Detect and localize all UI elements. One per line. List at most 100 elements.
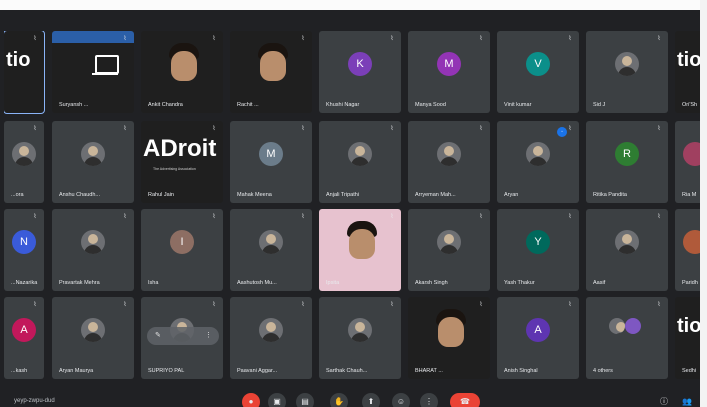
brand-subtitle: The Advertising Association [153,167,196,171]
participant-name: Ritika Pandita [593,192,627,198]
participant-tile[interactable]: ⌇ Pravartak Mehra [52,209,134,291]
participant-name: Ankit Chandra [148,102,183,108]
participant-name: Aryan [504,192,519,198]
present-icon: ⬆ [367,397,375,406]
mic-muted-icon: ⌇ [212,302,216,308]
participant-name: Arryeman Mah... [415,192,456,198]
people-button[interactable]: 👥 [678,393,696,407]
participant-tile[interactable]: N ⌇ ...Nazarika [4,209,44,291]
participant-tile[interactable]: ⌇ Anshu Chaudh... [52,121,134,203]
participant-avatar: A [526,317,550,342]
participant-avatar: I [170,229,194,254]
participant-tile[interactable]: ⌇ Paavani Aggar... [230,297,312,379]
participant-tile[interactable]: M ⌇ Mahak Meena [230,121,312,203]
mic-off-button[interactable]: ● [242,393,260,407]
participant-tile[interactable]: ⌇ Arryeman Mah... [408,121,490,203]
participant-tile[interactable]: ⌇ 4 others [586,297,668,379]
participant-tile[interactable]: ⌇ Sid J [586,31,668,113]
brand-logo-text: ADroit [143,135,217,162]
mic-muted-icon: ⌇ [33,214,37,220]
participant-tile[interactable]: V ⌇ Vinit kumar [497,31,579,113]
participant-avatar: Y [526,229,550,254]
participant-avatar [526,141,550,166]
mic-muted-icon: ⌇ [568,302,572,308]
participant-tile[interactable]: ⌇ Akarsh Singh [408,209,490,291]
participant-avatar: N [12,229,36,254]
others-avatar [625,317,641,334]
mic-muted-icon: ⌇ [123,302,127,308]
mic-muted-icon: ⌇ [479,126,483,132]
mic-muted-icon: ⌇ [212,214,216,220]
mic-muted-icon: ⌇ [390,302,394,308]
present-button[interactable]: ⬆ [362,393,380,407]
participant-avatar [615,229,639,254]
participant-name: Aryan Maurya [59,368,94,374]
participant-tile[interactable]: Y ⌇ Yash Thakur [497,209,579,291]
mic-muted-icon: ⌇ [212,36,216,42]
participant-avatar: V [526,51,550,76]
participant-tile[interactable]: tio ⌇ [4,31,45,114]
participant-tile[interactable]: ⌇ Aryan Maurya [52,297,134,379]
participant-tile[interactable]: A ⌇ Anish Singhal [497,297,579,379]
participant-name: Isha [148,280,159,286]
participant-tile[interactable]: ⌇ Suryansh ... [52,31,134,113]
others-avatar [609,317,625,334]
browser-top-strip [0,0,707,10]
participant-tile[interactable]: ⌇ Aasif [586,209,668,291]
participant-tile[interactable]: ⌇ Anjali Tripathi [319,121,401,203]
meeting-toolbar: yeyp-zwpu-dud ● ▣ ▤ ✋ ⬆ ☺ ⋮ ☎ ⓘ 👥 [0,385,707,407]
participant-name: Mahak Meena [237,192,272,198]
camera-icon: ▣ [273,397,281,406]
participant-name: Aashutosh Mu... [237,280,277,286]
participant-tile[interactable]: ⌇ Ankit Chandra [141,31,223,113]
leave-call-button[interactable]: ☎ [450,393,480,407]
participant-name: ...Nazarika [11,280,38,286]
participant-tile[interactable]: A ⌇ ...kash [4,297,44,379]
captions-button[interactable]: ▤ [296,393,314,407]
participant-name: Anish Singhal [504,368,538,374]
more-options-button[interactable]: ⋮ [420,393,438,407]
participant-avatar: K [348,51,372,76]
meeting-code: yeyp-zwpu-dud [14,398,55,404]
participant-avatar [437,141,461,166]
participant-name: Ipsita [326,280,340,286]
participant-tile[interactable]: ⌇ Rachit ... [230,31,312,113]
mic-muted-icon: ⌇ [657,126,661,132]
participant-tile[interactable]: ⌇ Aashutosh Mu... [230,209,312,291]
participant-name: ...kash [11,368,28,374]
more-vert-icon[interactable]: ⋮ [205,331,212,339]
participant-name: Manya Sood [415,102,446,108]
participant-avatar: R [615,141,639,166]
reactions-button[interactable]: ☺ [392,393,410,407]
participant-grid: tio ⌇ ⌇ Suryansh ... ⌇ Ankit Chandra ⌇ Rachit .… [4,31,707,381]
participant-tile[interactable]: The Advertising Association ADroit ⌇ Rahul … [141,121,223,203]
tile-hover-menu[interactable]: ✎ ⋮ [147,327,219,345]
camera-button[interactable]: ▣ [268,393,286,407]
pin-icon[interactable]: ✎ [155,331,161,339]
participant-name: Khushi Nagar [326,102,360,108]
participant-tile[interactable]: ⌇ BHARAT ... [408,297,490,379]
participant-avatar [615,51,639,76]
participant-tile[interactable]: I ⌇ Isha [141,209,223,291]
mic-muted-icon: ⌇ [568,36,572,42]
participant-tile[interactable]: ⌇ Sarthak Chauh... [319,297,401,379]
participant-name: SUPRIYO PAL [148,368,185,374]
participant-tile[interactable]: ⌇ Ipsita [319,209,401,291]
participant-tile[interactable]: ⌇ ...ora [4,121,44,203]
raise-hand-button[interactable]: ✋ [330,393,348,407]
phone-hangup-icon: ☎ [460,397,470,406]
mic-muted-icon: ⌇ [568,214,572,220]
mic-muted-icon: ⌇ [479,36,483,42]
participant-name: Paavani Aggar... [237,368,278,374]
participant-tile[interactable]: K ⌇ Khushi Nagar [319,31,401,113]
participant-avatar [81,317,105,342]
participant-avatar [81,141,105,166]
participant-tile[interactable]: ◦ ⌇ Aryan [497,121,579,203]
mic-muted-icon: ⌇ [33,126,37,132]
participant-tile[interactable]: R ⌇ Ritika Pandita [586,121,668,203]
info-button[interactable]: ⓘ [655,393,673,407]
participant-tile[interactable]: M ⌇ Manya Sood [408,31,490,113]
mic-muted-icon: ⌇ [657,36,661,42]
mic-muted-icon: ⌇ [479,214,483,220]
participant-tile[interactable]: ✎ ⋮ ⌇ SUPRIYO PAL [141,297,223,379]
